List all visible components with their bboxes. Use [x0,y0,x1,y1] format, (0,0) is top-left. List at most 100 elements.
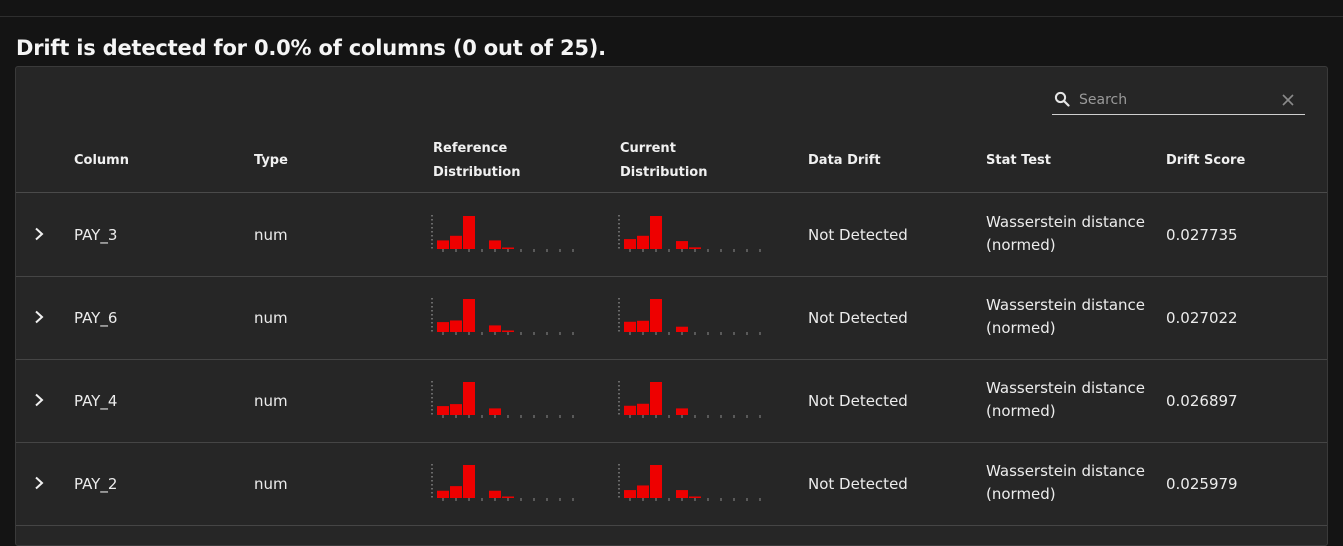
histogram-x-tick [455,332,457,335]
histogram-bar [624,490,636,498]
stat-test: Wasserstein distance (normed) [986,213,1146,254]
histogram-bar [689,247,701,249]
header-column[interactable]: Column [74,149,129,173]
histogram-axis-tick [618,219,620,221]
search-input[interactable] [1079,89,1269,111]
reference-distribution-histogram [431,215,574,252]
histogram-axis-tick [431,227,433,229]
histogram-bar [637,320,649,332]
histogram-bar [463,216,475,249]
histogram-x-tick [494,249,496,252]
histogram-axis-tick [618,302,620,304]
histogram-axis-tick [431,235,433,237]
histogram-x-tick [681,332,683,335]
histogram-x-tick [455,249,457,252]
histogram-x-tick [642,332,644,335]
histogram-axis-tick [431,231,433,233]
histogram-axis-tick [431,223,433,225]
histogram-x-tick [468,415,470,418]
histogram-x-tick [481,332,483,335]
histogram-bar [437,322,449,332]
current-distribution-histogram [618,381,761,418]
histogram-bar [624,321,636,332]
histogram-x-tick [507,498,509,501]
histogram-bar [650,216,662,249]
histogram-axis-tick [618,468,620,470]
histogram-x-tick [759,498,761,501]
header-data-drift[interactable]: Data Drift [808,149,881,173]
histogram-bar [489,325,501,332]
histogram-axis-tick [618,492,620,494]
histogram-x-tick [668,332,670,335]
histogram-x-tick [533,332,535,335]
histogram-x-tick [681,249,683,252]
histogram-bar [450,320,462,332]
histogram-axis-tick [431,464,433,466]
histogram-x-tick [559,332,561,335]
histogram-axis-tick [431,310,433,312]
histogram-x-tick [720,332,722,335]
histogram-axis-tick [618,401,620,403]
histogram-axis-tick [618,393,620,395]
search-icon [1054,91,1070,107]
histogram-bar [489,490,501,498]
header-drift-score[interactable]: Drift Score [1166,149,1245,173]
histogram-axis-tick [431,401,433,403]
header-type[interactable]: Type [254,149,288,173]
data-drift-status: Not Detected [808,226,908,244]
drift-score: 0.027735 [1166,226,1238,244]
data-drift-status: Not Detected [808,309,908,327]
histogram-x-tick [507,249,509,252]
histogram-x-tick [642,249,644,252]
reference-distribution-histogram [431,381,574,418]
close-icon[interactable] [1281,93,1295,107]
histogram-bar [650,299,662,332]
chevron-right-icon[interactable] [32,393,46,407]
histogram-axis-tick [431,306,433,308]
histogram-x-tick [468,332,470,335]
column-type: num [254,309,288,327]
table-row[interactable]: PAY_6 num Not Detected Wasserstein dista… [16,276,1327,360]
histogram-axis-tick [431,413,433,415]
column-type: num [254,475,288,493]
histogram-x-tick [707,249,709,252]
drift-score: 0.026897 [1166,392,1238,410]
histogram-x-tick [733,332,735,335]
histogram-axis-tick [618,381,620,383]
histogram-axis-tick [618,326,620,328]
histogram-axis-tick [618,223,620,225]
chevron-right-icon[interactable] [32,476,46,490]
histogram-bar [489,240,501,249]
header-stat-test[interactable]: Stat Test [986,149,1051,173]
histogram-bar [437,490,449,498]
search-box[interactable] [1052,87,1305,115]
histogram-x-tick [707,415,709,418]
histogram-x-tick [572,415,574,418]
histogram-bar [463,465,475,498]
column-name: PAY_4 [74,392,118,410]
histogram-bar [502,247,514,249]
histogram-x-tick [733,415,735,418]
histogram-x-tick [629,249,631,252]
histogram-x-tick [694,498,696,501]
histogram-x-tick [629,332,631,335]
histogram-x-tick [572,249,574,252]
histogram-axis-tick [618,389,620,391]
histogram-axis-tick [431,302,433,304]
chevron-right-icon[interactable] [32,310,46,324]
histogram-x-tick [759,332,761,335]
histogram-x-tick [733,498,735,501]
histogram-x-tick [746,498,748,501]
histogram-x-tick [494,332,496,335]
table-row[interactable]: PAY_3 num Not Detected Wasserstein dista… [16,193,1327,277]
table-row[interactable]: PAY_4 num Not Detected Wasserstein dista… [16,359,1327,443]
histogram-x-tick [668,415,670,418]
table-row[interactable]: PAY_2 num Not Detected Wasserstein dista… [16,442,1327,526]
histogram-axis-tick [618,306,620,308]
chevron-right-icon[interactable] [32,227,46,241]
histogram-x-tick [442,498,444,501]
histogram-axis-tick [618,314,620,316]
histogram-x-tick [642,415,644,418]
histogram-bar [676,408,688,415]
drift-summary-title: Drift is detected for 0.0% of columns (0… [16,36,606,60]
